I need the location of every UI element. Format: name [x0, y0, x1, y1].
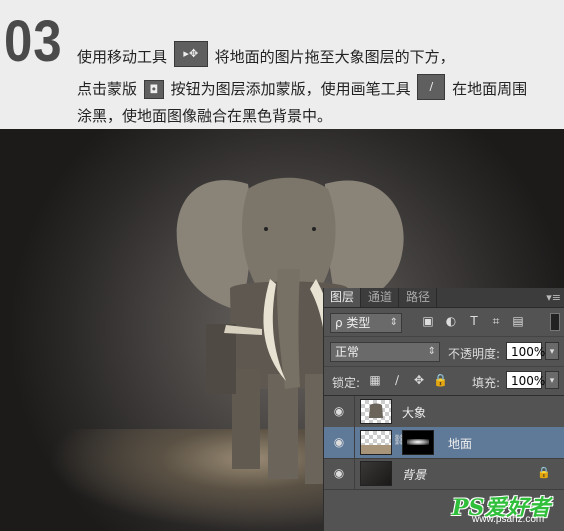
eye-icon[interactable]: ◉ [330, 435, 348, 449]
mask-fill [407, 439, 429, 445]
filter-type-select[interactable]: ρ 类型 ⇕ [330, 313, 402, 333]
instruction-line-1: 使用移动工具 ▸✥ 将地面的图片拖至大象图层的下方， [77, 40, 455, 67]
eye-icon[interactable]: ◉ [330, 404, 348, 418]
watermark-logo: PS爱好者 www.psahz.com [452, 490, 560, 528]
instruction-text: 使用移动工具 [77, 48, 168, 66]
mask-button-icon: ◘ [143, 80, 164, 99]
instruction-line-2: 点击蒙版 ◘ 按钮为图层添加蒙版，使用画笔工具 ∕ 在地面周围 [77, 73, 528, 100]
filter-type-label: ρ 类型 [335, 316, 371, 330]
instruction-text: 在地面周围 [452, 80, 528, 98]
opacity-dropdown-icon[interactable]: ▾ [545, 342, 559, 360]
lock-position-icon[interactable]: ✥ [412, 373, 426, 387]
brush-tool-icon: ∕ [417, 73, 446, 100]
layer-name: 大象 [402, 406, 427, 420]
adjustment-filter-icon[interactable]: ◐ [444, 314, 458, 328]
lock-label: 锁定: [332, 376, 361, 390]
tab-channels[interactable]: 通道 [362, 288, 400, 307]
fill-dropdown-icon[interactable]: ▾ [545, 371, 559, 389]
instruction-text: 按钮为图层添加蒙版，使用画笔工具 [170, 80, 411, 98]
fill-label: 填充: [472, 376, 501, 390]
layer-row-ground[interactable]: ◉ ⛓ 地面 [324, 427, 564, 459]
move-tool-icon: ▸✥ [173, 40, 208, 67]
smart-object-filter-icon[interactable]: ▤ [511, 314, 525, 328]
tab-paths[interactable]: 路径 [400, 288, 438, 307]
panel-menu-icon[interactable]: ▾≡ [546, 291, 561, 304]
ground-thumbnail-fill [361, 445, 391, 454]
instruction-text: 将地面的图片拖至大象图层的下方， [214, 48, 455, 66]
divider [354, 458, 355, 489]
blend-row: 正常 ⇕ 不透明度: 100% ▾ [324, 338, 564, 367]
layer-thumbnail [360, 399, 392, 424]
tab-layers[interactable]: 图层 [324, 288, 362, 307]
layer-name: 地面 [448, 437, 473, 451]
lock-transparent-icon[interactable]: ▦ [368, 373, 382, 387]
type-filter-icon[interactable]: T [467, 314, 481, 328]
panel-tabs: 图层 通道 路径 ▾≡ [324, 288, 564, 308]
instruction-line-3: 涂黑，使地面图像融合在黑色背景中。 [77, 107, 333, 125]
layer-thumbnail [360, 461, 392, 486]
updown-arrow-icon: ⇕ [427, 346, 436, 357]
pixel-filter-icon[interactable]: ▣ [421, 314, 435, 328]
step-number: 03 [4, 9, 63, 74]
blend-mode-value: 正常 [335, 345, 360, 359]
instruction-text: 点击蒙版 [77, 80, 138, 98]
instruction-header: 03 使用移动工具 ▸✥ 将地面的图片拖至大象图层的下方， 点击蒙版 ◘ 按钮为… [0, 0, 564, 129]
elephant-thumbnail-icon [369, 403, 383, 418]
lock-image-icon[interactable]: ∕ [390, 373, 404, 387]
layer-row-elephant[interactable]: ◉ 大象 [324, 396, 564, 428]
divider [354, 427, 355, 458]
divider [354, 396, 355, 427]
opacity-input[interactable]: 100% [506, 342, 545, 360]
watermark-url: www.psahz.com [472, 514, 545, 525]
filter-toggle-switch[interactable] [550, 313, 560, 331]
updown-arrow-icon: ⇕ [389, 317, 398, 328]
eye-icon[interactable]: ◉ [330, 466, 348, 480]
lock-all-icon[interactable]: 🔒 [433, 373, 448, 387]
opacity-label: 不透明度: [448, 347, 501, 361]
fill-input[interactable]: 100% [506, 371, 545, 389]
lock-icon: 🔒 [537, 466, 551, 479]
layer-row-background[interactable]: ◉ 背景 🔒 [324, 458, 564, 490]
blend-mode-select[interactable]: 正常 ⇕ [330, 342, 440, 362]
mask-thumbnail[interactable] [402, 430, 434, 455]
shape-filter-icon[interactable]: ⌗ [489, 314, 503, 328]
layer-name: 背景 [402, 468, 427, 482]
layer-thumbnail [360, 430, 392, 455]
